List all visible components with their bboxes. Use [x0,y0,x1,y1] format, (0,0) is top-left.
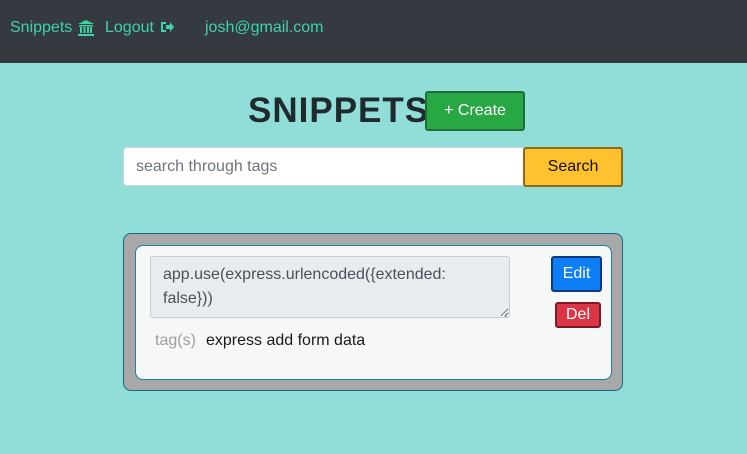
nav-user-email[interactable]: josh@gmail.com [205,17,324,39]
nav-snippets-link[interactable]: Snippets [10,17,95,39]
create-button[interactable]: + Create [425,91,525,131]
snippet-code-text: app.use(express.urlencoded({extended: fa… [163,266,446,307]
resize-handle-icon[interactable] [499,307,508,317]
delete-button[interactable]: Del [555,302,601,328]
bank-icon [77,19,95,37]
search-input[interactable] [123,147,524,186]
tags-value: express add form data [206,332,366,349]
edit-button[interactable]: Edit [551,256,602,292]
page-title: SNIPPETS [248,91,430,130]
nav-logout-link[interactable]: Logout [105,17,177,39]
navbar: Snippets Logout josh@gmail.com [0,0,747,63]
nav-snippets-label: Snippets [10,19,73,36]
nav-logout-label: Logout [105,19,154,36]
snippet-code-textarea[interactable]: app.use(express.urlencoded({extended: fa… [150,256,510,318]
tags-label: tag(s) [155,332,196,349]
logout-icon [159,19,177,37]
search-button[interactable]: Search [523,147,623,187]
